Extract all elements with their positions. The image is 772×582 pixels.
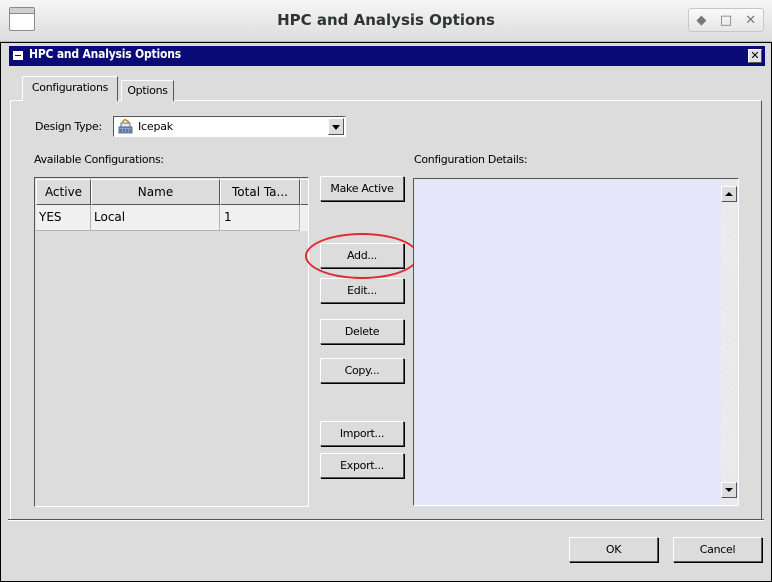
table-header: Active Name Total Ta... — [36, 179, 308, 205]
cell-total: 1 — [220, 205, 300, 231]
design-type-select[interactable]: Icepak — [113, 116, 346, 137]
column-header-active[interactable]: Active — [36, 179, 91, 205]
configuration-details-panel[interactable] — [413, 178, 739, 506]
copy-button[interactable]: Copy... — [320, 358, 404, 383]
dialog-close-button[interactable]: ✕ — [748, 49, 762, 63]
column-header-total[interactable]: Total Ta... — [220, 179, 300, 205]
tab-options[interactable]: Options — [121, 80, 174, 101]
configurations-table[interactable]: Active Name Total Ta... YES Local 1 — [34, 177, 309, 507]
window-maximize-icon[interactable]: □ — [715, 14, 737, 27]
cancel-button[interactable]: Cancel — [673, 537, 762, 562]
delete-button[interactable]: Delete — [320, 319, 404, 344]
chevron-down-icon[interactable] — [328, 118, 344, 135]
tab-configurations[interactable]: Configurations — [22, 76, 118, 101]
ok-button[interactable]: OK — [569, 537, 658, 562]
column-header-name[interactable]: Name — [91, 179, 220, 205]
import-button[interactable]: Import... — [320, 421, 404, 446]
dialog-titlebar: HPC and Analysis Options ✕ — [9, 46, 765, 66]
footer-divider — [8, 519, 764, 521]
available-configurations-label: Available Configurations: — [34, 153, 164, 166]
system-menu-icon[interactable] — [13, 51, 23, 60]
window-titlebar: HPC and Analysis Options ◆ □ ✕ — [0, 0, 772, 42]
table-row[interactable]: YES Local 1 — [36, 205, 308, 231]
cell-name: Local — [91, 205, 220, 231]
dialog-title: HPC and Analysis Options — [29, 47, 181, 61]
window-shade-icon[interactable]: ◆ — [690, 14, 712, 27]
design-type-value: Icepak — [138, 120, 173, 133]
window-title: HPC and Analysis Options — [277, 11, 495, 29]
design-type-label: Design Type: — [35, 120, 102, 133]
cell-active: YES — [36, 205, 91, 231]
make-active-button[interactable]: Make Active — [320, 176, 404, 201]
window-close-icon[interactable]: ✕ — [740, 14, 762, 27]
details-scrollbar[interactable] — [721, 180, 737, 504]
column-header-filler — [300, 179, 308, 205]
scroll-down-icon[interactable] — [721, 482, 737, 498]
icepak-icon — [118, 119, 133, 134]
highlight-circle — [305, 233, 419, 279]
edit-button[interactable]: Edit... — [320, 278, 404, 303]
export-button[interactable]: Export... — [320, 453, 404, 478]
configuration-details-label: Configuration Details: — [414, 153, 528, 166]
scroll-up-icon[interactable] — [721, 186, 737, 202]
window-controls: ◆ □ ✕ — [688, 8, 764, 32]
